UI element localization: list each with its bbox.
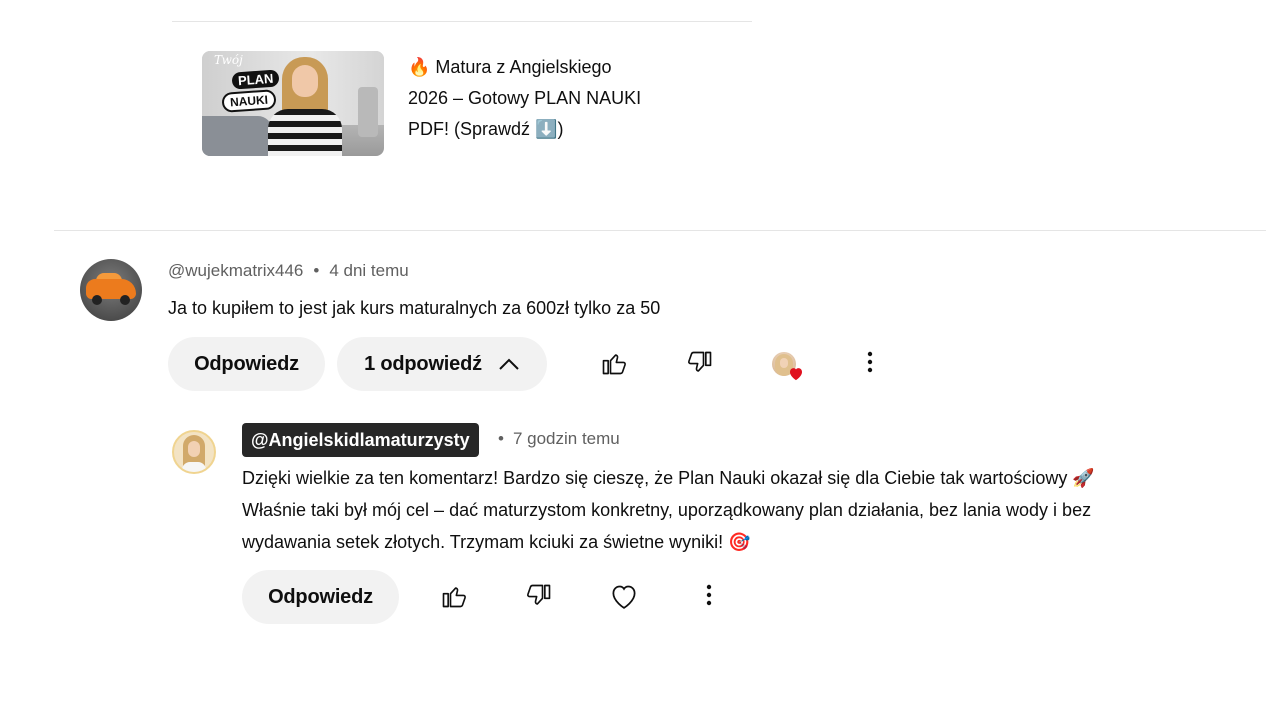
reply-button[interactable]: Odpowiedz <box>168 337 325 391</box>
channel-owner-chip[interactable]: @Angielskidlamaturzysty <box>242 423 479 457</box>
video-title-line: 🔥 Matura z Angielskiego <box>408 57 612 77</box>
reply-text: Dzięki wielkie za ten komentarz! Bardzo … <box>242 462 1232 558</box>
thumb-up-icon <box>600 349 628 382</box>
reply-text-line: Właśnie taki był mój cel – dać maturzyst… <box>242 500 1092 520</box>
reply-button-label: Odpowiedz <box>194 352 299 375</box>
heart-button[interactable] <box>604 578 644 618</box>
divider <box>172 21 752 22</box>
comment-author[interactable]: @wujekmatrix446 <box>168 261 303 280</box>
video-title-line: 2026 – Gotowy PLAN NAUKI <box>408 88 642 108</box>
thumbnail-label-nauki: NAUKI <box>221 89 277 113</box>
divider <box>54 230 1266 231</box>
thumb-down-icon <box>525 582 553 615</box>
thumbnail-text: Twój <box>214 53 243 67</box>
avatar[interactable] <box>80 259 142 321</box>
reply-text-line: wydawania setek złotych. Trzymam kciuki … <box>242 532 751 552</box>
video-thumbnail[interactable]: Twój PLAN NAUKI <box>202 51 384 156</box>
replies-count-label: 1 odpowiedź <box>364 352 482 375</box>
more-vert-icon <box>867 351 873 378</box>
heart-icon <box>788 366 804 386</box>
reply-button[interactable]: Odpowiedz <box>242 570 399 624</box>
comment-time[interactable]: 4 dni temu <box>329 261 408 280</box>
reply-button-label: Odpowiedz <box>268 585 373 608</box>
like-button[interactable] <box>434 578 474 618</box>
video-title-line: PDF! (Sprawdź ⬇️) <box>408 119 564 139</box>
reply-time[interactable]: 7 godzin temu <box>513 429 620 448</box>
more-actions-button[interactable] <box>689 577 729 617</box>
comment-text: Ja to kupiłem to jest jak kurs maturalny… <box>168 298 661 318</box>
like-button[interactable] <box>594 345 634 385</box>
heart-icon <box>609 582 639 615</box>
video-card[interactable]: Twój PLAN NAUKI 🔥 Matura z Angielskiego … <box>202 51 678 156</box>
avatar[interactable] <box>172 430 216 474</box>
comment-meta: @wujekmatrix446 • 4 dni temu <box>168 261 409 280</box>
creator-heart-badge <box>772 352 804 384</box>
thumbnail-label-plan: PLAN <box>231 69 280 90</box>
more-vert-icon <box>706 584 712 611</box>
dislike-button[interactable] <box>519 578 559 618</box>
chevron-up-icon <box>498 357 520 371</box>
more-actions-button[interactable] <box>850 344 890 384</box>
thumb-up-icon <box>440 582 468 615</box>
dislike-button[interactable] <box>680 345 720 385</box>
reply-meta: • 7 godzin temu <box>498 429 620 448</box>
reply-text-line: Dzięki wielkie za ten komentarz! Bardzo … <box>242 468 1095 488</box>
toggle-replies-button[interactable]: 1 odpowiedź <box>337 337 547 391</box>
reply-author: @Angielskidlamaturzysty <box>251 429 470 450</box>
thumb-down-icon <box>686 349 714 382</box>
video-title[interactable]: 🔥 Matura z Angielskiego 2026 – Gotowy PL… <box>408 52 678 156</box>
